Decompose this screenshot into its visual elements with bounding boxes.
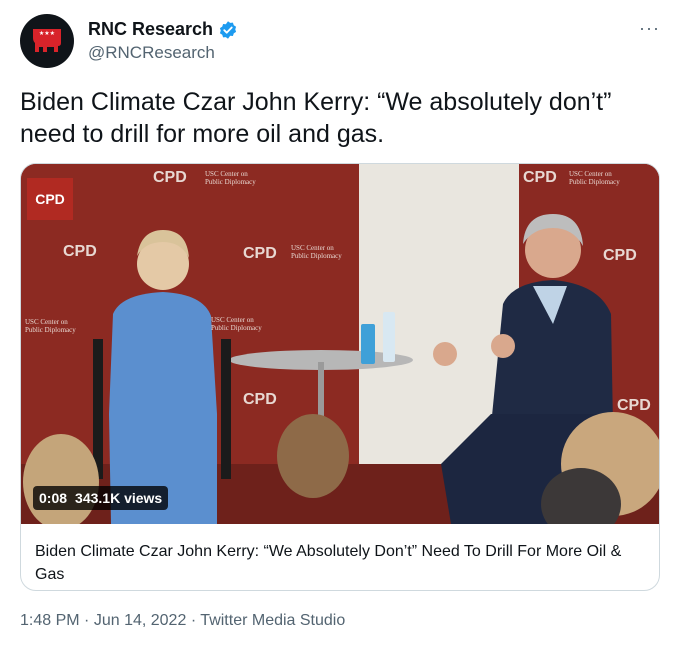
svg-text:CPD: CPD xyxy=(603,247,637,264)
more-horizontal-icon: ··· xyxy=(639,18,660,38)
tweet-text: Biden Climate Czar John Kerry: “We absol… xyxy=(20,88,612,148)
elephant-logo-icon: ★★★ xyxy=(33,29,61,52)
cpd-logo-text: CPD xyxy=(35,191,65,207)
svg-text:CPD: CPD xyxy=(617,397,651,414)
tweet-source[interactable]: Twitter Media Studio xyxy=(200,612,345,629)
account-name[interactable]: RNC Research xyxy=(88,19,213,40)
tweet-time[interactable]: 1:48 PM xyxy=(20,612,80,629)
svg-text:USC Center on: USC Center on xyxy=(569,170,612,178)
account-handle[interactable]: @RNCResearch xyxy=(88,43,215,63)
svg-text:USC Center on: USC Center on xyxy=(205,170,248,178)
separator: · xyxy=(84,612,90,629)
svg-text:Public Diplomacy: Public Diplomacy xyxy=(569,178,620,186)
tweet-date[interactable]: Jun 14, 2022 xyxy=(94,612,187,629)
tweet-header: ★★★ RNC Research @RNCResearch ··· xyxy=(20,14,660,70)
svg-text:CPD: CPD xyxy=(523,169,557,186)
card-title[interactable]: Biden Climate Czar John Kerry: “We Absol… xyxy=(35,540,647,586)
avatar[interactable]: ★★★ xyxy=(20,14,74,68)
svg-text:CPD: CPD xyxy=(63,243,97,260)
svg-text:USC Center on: USC Center on xyxy=(211,316,254,324)
video-player[interactable]: CPD CPD CPD CPD CPD CPD CPD CPD USC Cent… xyxy=(21,164,659,524)
svg-text:CPD: CPD xyxy=(153,169,187,186)
svg-text:Public Diplomacy: Public Diplomacy xyxy=(211,324,262,332)
svg-text:USC Center on: USC Center on xyxy=(291,244,334,252)
svg-text:Public Diplomacy: Public Diplomacy xyxy=(291,252,342,260)
tweet-meta: 1:48 PM · Jun 14, 2022 · Twitter Media S… xyxy=(20,612,345,630)
video-time: 0:08 xyxy=(39,490,68,506)
verified-badge-icon xyxy=(219,20,237,39)
video-views: 343.1K views xyxy=(75,490,163,506)
svg-text:Public Diplomacy: Public Diplomacy xyxy=(205,178,256,186)
svg-text:Public Diplomacy: Public Diplomacy xyxy=(25,326,76,334)
svg-text:CPD: CPD xyxy=(243,391,277,408)
video-frame: CPD CPD CPD CPD CPD CPD CPD CPD USC Cent… xyxy=(21,164,659,524)
svg-text:CPD: CPD xyxy=(243,245,277,262)
more-options-button[interactable]: ··· xyxy=(639,18,660,39)
separator: · xyxy=(190,612,197,629)
media-card[interactable]: CPD CPD CPD CPD CPD CPD CPD CPD USC Cent… xyxy=(20,163,660,591)
svg-text:★★★: ★★★ xyxy=(39,30,55,37)
svg-text:USC Center on: USC Center on xyxy=(25,318,68,326)
video-stats-badge: 0:08 343.1K views xyxy=(33,486,169,510)
